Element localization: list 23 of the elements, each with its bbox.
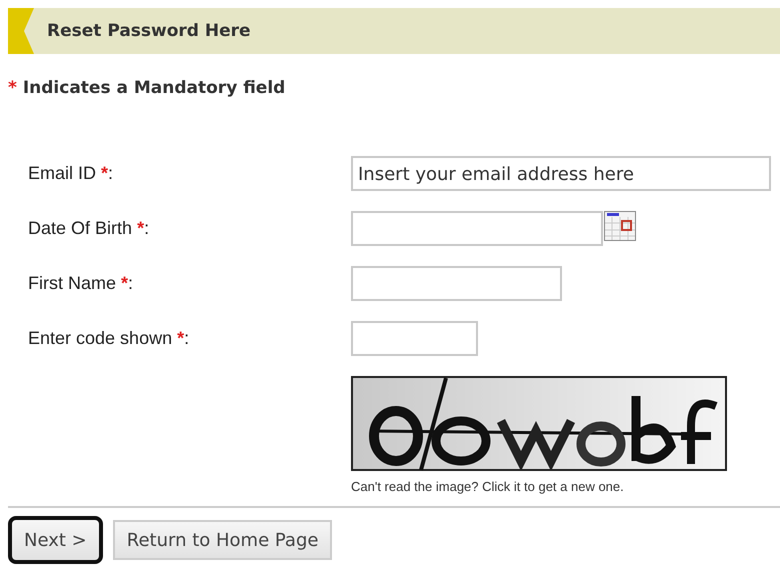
label-colon: :: [184, 328, 190, 348]
mandatory-note: Indicates a Mandatory field: [22, 78, 286, 98]
input-field[interactable]: [351, 211, 603, 246]
input-field[interactable]: [351, 266, 562, 301]
required-mark: *: [177, 328, 184, 348]
field-label: Enter code shown: [28, 328, 172, 348]
input-field[interactable]: [351, 321, 478, 356]
field-label: Email ID: [28, 163, 96, 183]
label-colon: :: [108, 163, 114, 183]
field-label: First Name: [28, 273, 116, 293]
required-mark: *: [101, 163, 108, 183]
home-button[interactable]: Return to Home Page: [112, 520, 332, 560]
input-field[interactable]: Insert your email address here: [351, 156, 771, 191]
label-colon: :: [128, 273, 134, 293]
captcha-hint: Can't read the image? Click it to get a new one.: [351, 479, 624, 494]
required-mark: *: [137, 218, 144, 238]
next-button[interactable]: Next >: [8, 516, 103, 564]
calendar-icon[interactable]: [604, 211, 636, 241]
required-mark: *: [121, 273, 128, 293]
label-colon: :: [144, 218, 150, 238]
required-mark: *: [8, 78, 17, 98]
field-label: Date Of Birth: [28, 218, 132, 238]
page-title: Reset Password Here: [47, 21, 251, 41]
